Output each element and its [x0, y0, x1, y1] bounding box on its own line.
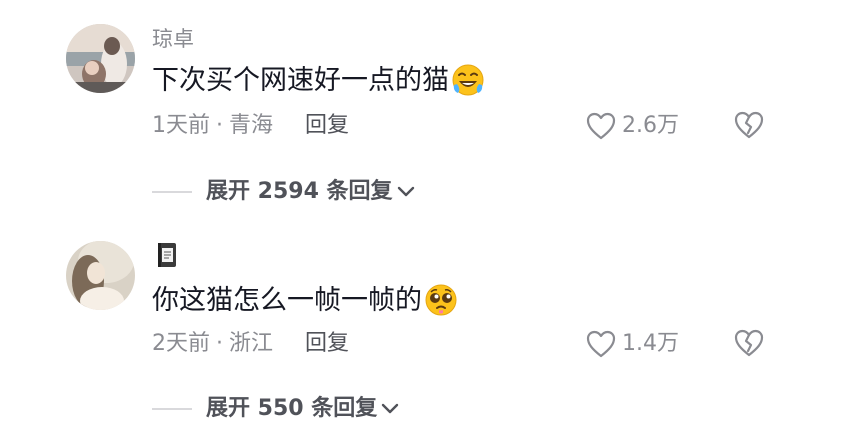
- comment-location: 青海: [229, 113, 274, 138]
- comment-text: 你这猫怎么一帧一帧的: [152, 283, 458, 317]
- comment-location: 浙江: [229, 331, 274, 356]
- divider-line: [152, 191, 192, 193]
- comment-text: 下次买个网速好一点的猫: [152, 63, 485, 97]
- reply-button[interactable]: 回复: [305, 333, 349, 355]
- expand-replies-button[interactable]: 展开 2594 条回复: [152, 181, 415, 203]
- broken-heart-icon[interactable]: [733, 328, 765, 358]
- comment-meta: 1天前 · 青海 回复: [152, 115, 349, 137]
- comment-time: 1天前: [152, 113, 210, 138]
- meta-separator: ·: [216, 331, 223, 356]
- expand-replies-label: 展开 550 条回复: [206, 396, 378, 421]
- like-button[interactable]: 2.6万: [586, 112, 679, 140]
- heart-icon: [586, 112, 616, 140]
- comment-item: 琼卓 下次买个网速好一点的猫 1天前 · 青海 回复 2.6万 展开 2594 …: [0, 0, 853, 220]
- reply-button[interactable]: 回复: [305, 115, 349, 137]
- chevron-down-icon: [397, 186, 414, 197]
- comment-text-content: 你这猫怎么一帧一帧的: [152, 284, 422, 316]
- like-count: 2.6万: [622, 113, 679, 138]
- grinning-sweat-tears-emoji: [452, 64, 484, 96]
- comment-meta: 2天前 · 浙江 回复: [152, 333, 349, 355]
- avatar[interactable]: [66, 241, 135, 310]
- expand-replies-button[interactable]: 展开 550 条回复: [152, 398, 399, 420]
- notebook-emoji: [158, 243, 176, 267]
- avatar[interactable]: [66, 24, 135, 93]
- comment-item: 你这猫怎么一帧一帧的 2天前 · 浙江 回复 1.4万 展开 550 条回复: [0, 220, 853, 441]
- chevron-down-icon: [382, 403, 399, 414]
- broken-heart-icon[interactable]: [733, 110, 765, 140]
- comment-time: 2天前: [152, 331, 210, 356]
- like-count: 1.4万: [622, 331, 679, 356]
- pleading-face-emoji: [425, 284, 457, 316]
- like-button[interactable]: 1.4万: [586, 330, 679, 358]
- comment-text-content: 下次买个网速好一点的猫: [152, 64, 449, 96]
- divider-line: [152, 408, 192, 410]
- meta-separator: ·: [216, 113, 223, 138]
- expand-replies-label: 展开 2594 条回复: [206, 179, 393, 204]
- username[interactable]: 琼卓: [152, 29, 194, 50]
- heart-icon: [586, 330, 616, 358]
